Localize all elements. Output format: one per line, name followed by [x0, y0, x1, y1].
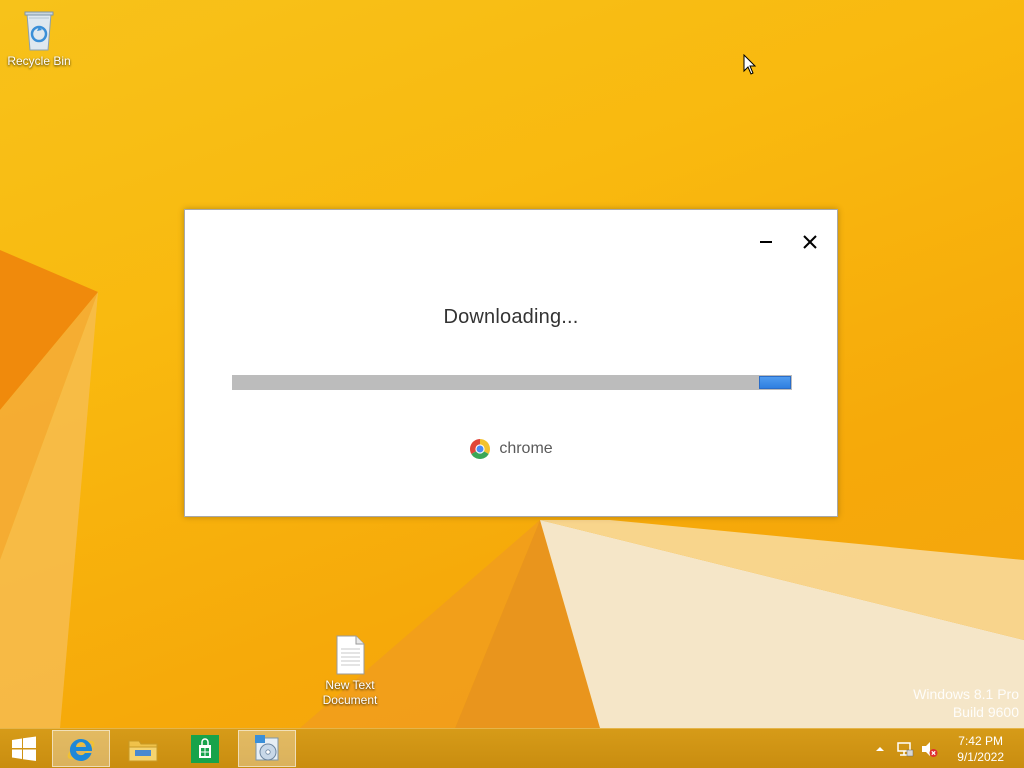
new-text-document-label-line1: New Text: [325, 678, 375, 692]
taskbar-file-explorer[interactable]: [114, 730, 172, 767]
windows-logo-icon: [12, 736, 36, 761]
chrome-logo-icon: [470, 439, 491, 459]
recycle-bin-label: Recycle Bin: [7, 54, 71, 68]
clock-time: 7:42 PM: [958, 734, 1003, 748]
show-hidden-icons-icon[interactable]: [872, 741, 888, 757]
installer-icon: [255, 734, 279, 760]
minimize-icon: [760, 241, 772, 243]
minimize-button[interactable]: [750, 228, 782, 256]
progress-indicator: [759, 376, 791, 389]
text-document-icon: [336, 635, 365, 675]
chrome-installer-dialog: Downloading... chrome: [184, 209, 838, 517]
download-progress-bar: [232, 375, 792, 390]
taskbar: 7:42 PM 9/1/2022: [0, 728, 1024, 768]
windows-watermark: Windows 8.1 Pro Build 9600: [913, 685, 1019, 721]
start-button[interactable]: [0, 730, 48, 767]
store-icon: [191, 734, 219, 763]
recycle-bin[interactable]: Recycle Bin: [1, 6, 77, 69]
chrome-branding: chrome: [185, 438, 837, 460]
folder-icon: [128, 740, 158, 761]
taskbar-installer[interactable]: [238, 730, 296, 767]
download-status-text: Downloading...: [443, 306, 579, 328]
watermark-build: Build 9600: [952, 704, 1019, 720]
recycle-bin-icon: [24, 11, 54, 51]
watermark-edition: Windows 8.1 Pro: [913, 686, 1019, 702]
volume-muted-icon[interactable]: [920, 740, 938, 758]
close-button[interactable]: [794, 228, 826, 256]
new-text-document[interactable]: New Text Document: [312, 634, 388, 708]
taskbar-internet-explorer[interactable]: [52, 730, 110, 767]
system-tray: [872, 729, 938, 768]
network-icon[interactable]: [896, 740, 914, 758]
clock-date: 9/1/2022: [957, 750, 1004, 764]
mouse-cursor-icon: [743, 54, 757, 75]
internet-explorer-icon: [67, 738, 95, 761]
close-icon: [803, 235, 817, 249]
new-text-document-label-line2: Document: [322, 693, 378, 707]
taskbar-store[interactable]: [176, 730, 234, 767]
taskbar-clock[interactable]: 7:42 PM 9/1/2022: [957, 733, 1004, 765]
chrome-wordmark: chrome: [499, 440, 553, 457]
